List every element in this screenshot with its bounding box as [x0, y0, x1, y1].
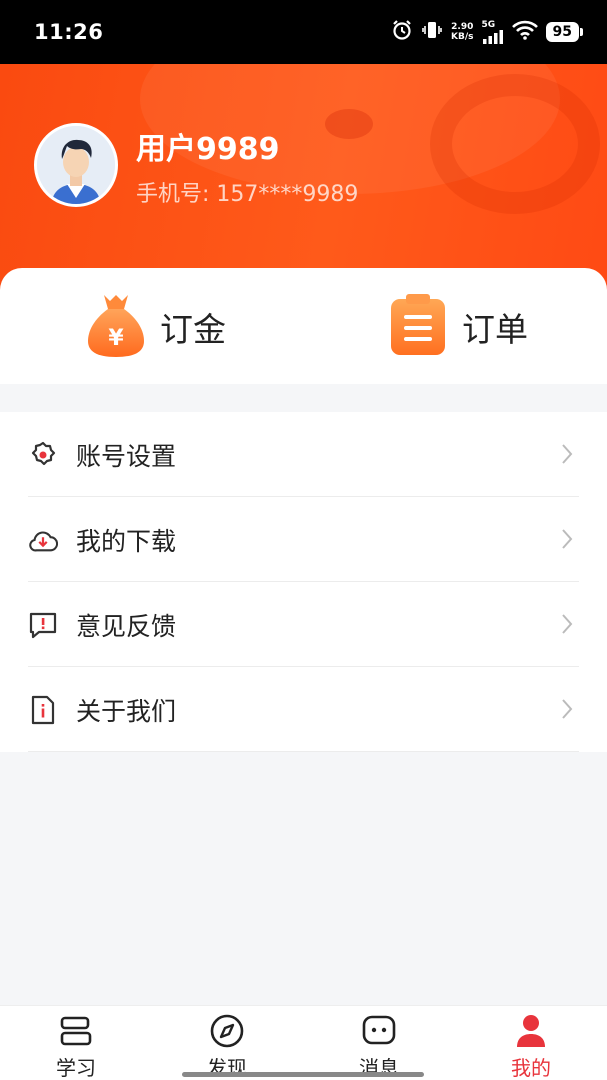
- status-time: 11:26: [34, 20, 104, 44]
- tab-label: 我的: [511, 1056, 551, 1080]
- signal-icon: 5G: [482, 20, 504, 44]
- user-avatar-icon: [37, 126, 115, 204]
- chevron-right-icon: [561, 698, 573, 724]
- info-doc-icon: [28, 695, 58, 725]
- phone-number: 手机号: 157****9989: [136, 182, 359, 207]
- person-icon: [481, 1012, 581, 1050]
- tab-discover[interactable]: 发现: [177, 1012, 277, 1080]
- menu-item-account-settings[interactable]: 账号设置: [0, 412, 607, 497]
- menu-item-feedback[interactable]: 意见反馈: [0, 582, 607, 667]
- menu-label: 账号设置: [76, 441, 177, 471]
- status-bar: 11:26 2.90 KB/s 5G 95: [0, 0, 607, 64]
- cloud-download-icon: [28, 525, 58, 555]
- message-icon: [329, 1012, 429, 1050]
- home-indicator[interactable]: [182, 1072, 424, 1077]
- tab-mine[interactable]: 我的: [481, 1012, 581, 1080]
- tab-messages[interactable]: 消息: [329, 1012, 429, 1080]
- header-decoration: [430, 74, 600, 214]
- chevron-right-icon: [561, 613, 573, 639]
- menu-label: 关于我们: [76, 696, 177, 726]
- order-label: 订单: [462, 310, 528, 349]
- deposit-label: 订金: [160, 310, 226, 349]
- compass-icon: [177, 1012, 277, 1050]
- money-bag-icon: ¥: [86, 291, 146, 363]
- wifi-icon: [511, 20, 538, 44]
- alarm-icon: [391, 19, 413, 45]
- books-icon: [26, 1012, 126, 1050]
- bottom-tab-bar: 学习 发现 消息 我的: [0, 1005, 607, 1080]
- quick-actions-card: ¥ 订金 订单: [0, 268, 607, 384]
- settings-menu: 账号设置 我的下载 意见反馈 关于我们: [0, 412, 607, 752]
- deposit-button[interactable]: ¥ 订金: [86, 292, 226, 362]
- feedback-icon: [28, 610, 58, 640]
- header-decoration: [325, 109, 373, 139]
- chevron-right-icon: [561, 443, 573, 469]
- menu-item-about-us[interactable]: 关于我们: [0, 667, 607, 752]
- gear-icon: [28, 440, 58, 470]
- menu-item-my-downloads[interactable]: 我的下载: [0, 497, 607, 582]
- menu-label: 意见反馈: [76, 611, 177, 641]
- status-icons: 2.90 KB/s 5G 95: [391, 18, 584, 46]
- vibrate-icon: [421, 19, 443, 45]
- clipboard-icon: [388, 293, 448, 361]
- menu-label: 我的下载: [76, 526, 177, 556]
- battery-indicator: 95: [545, 22, 584, 42]
- tab-label: 学习: [56, 1056, 96, 1080]
- chevron-right-icon: [561, 528, 573, 554]
- order-button[interactable]: 订单: [388, 292, 528, 362]
- username: 用户9989: [136, 132, 280, 167]
- network-speed: 2.90 KB/s: [451, 22, 474, 42]
- avatar[interactable]: [34, 123, 118, 207]
- tab-study[interactable]: 学习: [26, 1012, 126, 1080]
- svg-text:¥: ¥: [108, 326, 124, 351]
